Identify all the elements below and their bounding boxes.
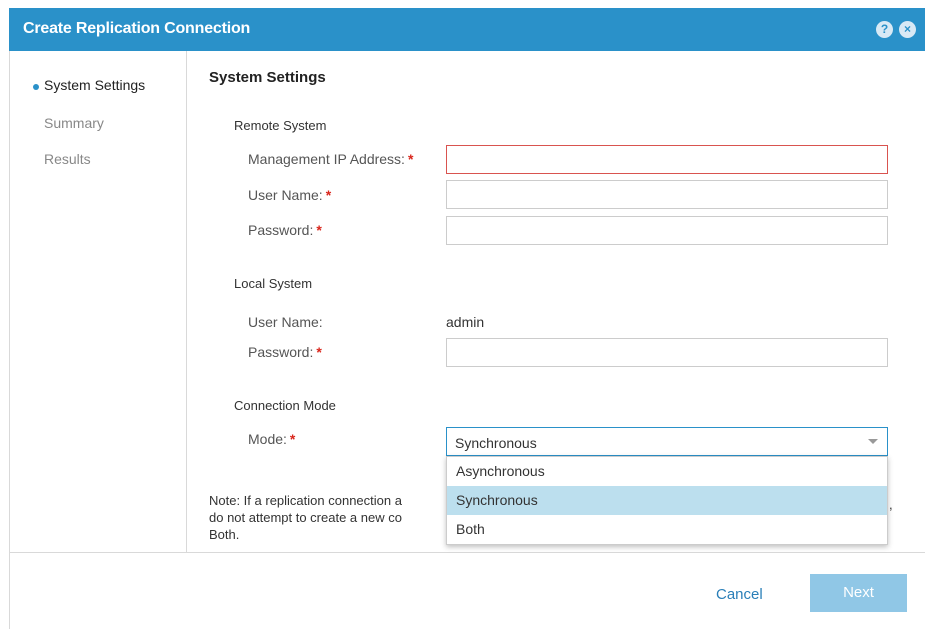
mode-option-both[interactable]: Both: [447, 515, 887, 544]
next-button[interactable]: Next: [810, 574, 907, 612]
help-icon[interactable]: ?: [876, 21, 893, 38]
mode-label: Mode: *: [248, 431, 296, 447]
required-marker: *: [325, 187, 332, 203]
mgmt-ip-label: Management IP Address: *: [248, 151, 414, 167]
local-password-label: Password: *: [248, 344, 322, 360]
remote-user-name-input[interactable]: [446, 180, 888, 209]
section-title: System Settings: [209, 69, 326, 86]
wizard-steps-sidebar: System Settings Summary Results: [10, 51, 187, 552]
remote-password-input[interactable]: [446, 216, 888, 245]
remote-user-name-label: User Name: *: [248, 187, 332, 203]
chevron-down-icon[interactable]: [868, 439, 878, 444]
local-user-name-label: User Name:: [248, 314, 323, 330]
mode-option-synchronous[interactable]: Synchronous: [447, 486, 887, 515]
step-results[interactable]: Results: [44, 151, 91, 167]
local-user-name-value: admin: [446, 314, 485, 330]
dialog-title: Create Replication Connection: [23, 20, 251, 37]
active-step-dot-icon: [33, 84, 39, 90]
main-panel: System Settings Remote System Management…: [187, 51, 925, 552]
cancel-button[interactable]: Cancel: [716, 586, 763, 603]
required-marker: *: [316, 344, 322, 360]
dialog-body: System Settings Summary Results System S…: [9, 51, 925, 629]
dialog-title-bar: Create Replication Connection ? ×: [9, 8, 925, 51]
remote-system-heading: Remote System: [234, 118, 327, 133]
required-marker: *: [289, 431, 296, 447]
mode-option-asynchronous[interactable]: Asynchronous: [447, 457, 887, 486]
close-icon[interactable]: ×: [899, 21, 916, 38]
mode-dropdown-list: Asynchronous Synchronous Both: [446, 456, 888, 545]
mode-select-value: Synchronous: [455, 435, 537, 451]
local-system-heading: Local System: [234, 276, 313, 291]
mode-select[interactable]: Synchronous: [446, 427, 888, 456]
step-system-settings[interactable]: System Settings: [44, 77, 145, 93]
required-marker: *: [407, 151, 414, 167]
required-marker: *: [316, 222, 322, 238]
mgmt-ip-input[interactable]: [446, 145, 888, 174]
remote-password-label: Password: *: [248, 222, 322, 238]
connection-mode-heading: Connection Mode: [234, 398, 336, 413]
note-tail: ,: [889, 497, 893, 512]
step-summary[interactable]: Summary: [44, 115, 104, 131]
local-password-input[interactable]: [446, 338, 888, 367]
dialog-footer: Cancel Next: [10, 552, 925, 629]
